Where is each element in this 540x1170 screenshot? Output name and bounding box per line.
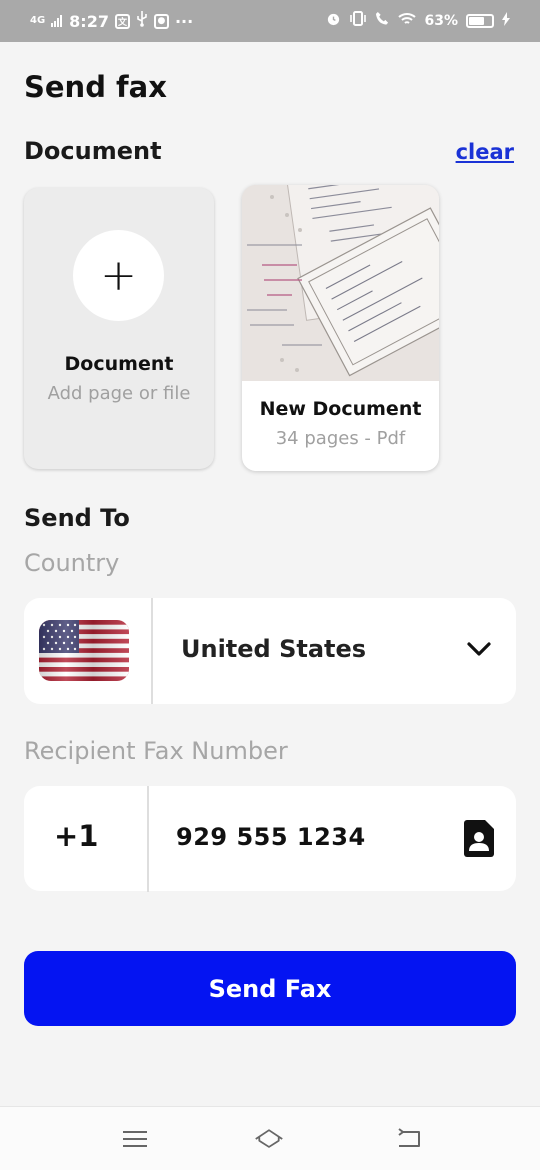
send-fax-button[interactable]: Send Fax [24, 951, 516, 1026]
fax-number-field: +1 929 555 1234 [24, 786, 516, 892]
page-title: Send fax [24, 70, 167, 104]
document-title: New Document [259, 398, 422, 420]
contact-icon[interactable] [464, 820, 494, 857]
wifi-icon [398, 12, 417, 30]
add-document-card[interactable]: + Document Add page or file [24, 188, 214, 469]
battery-icon [466, 13, 494, 28]
fax-number-label: Recipient Fax Number [24, 737, 288, 765]
notification-icon: 文 [114, 13, 130, 29]
back-icon[interactable] [395, 1125, 425, 1153]
home-icon[interactable] [254, 1125, 284, 1153]
send-to-label: Send To [24, 504, 130, 532]
network-type: 4G [30, 15, 46, 26]
country-selector[interactable]: United States [24, 598, 516, 704]
navigation-bar [0, 1106, 540, 1170]
menu-icon[interactable] [120, 1125, 150, 1153]
us-flag-icon [39, 620, 129, 681]
chevron-down-icon[interactable] [466, 636, 492, 662]
call-icon [375, 11, 390, 30]
document-section-label: Document [24, 137, 162, 165]
usb-icon [136, 11, 148, 31]
document-meta: 34 pages - Pdf [275, 428, 406, 449]
vibrate-icon [349, 11, 367, 30]
mic-icon: ● [153, 13, 169, 29]
add-card-subtitle: Add page or file [47, 383, 191, 404]
country-name: United States [181, 635, 367, 663]
document-thumbnail [242, 185, 439, 381]
document-card[interactable]: New Document 34 pages - Pdf [242, 185, 439, 471]
country-code[interactable]: +1 [54, 819, 98, 853]
charging-icon [502, 11, 510, 30]
status-bar: 4G 8:27 文 ● ··· 63% [0, 0, 540, 42]
battery-percent: 63% [424, 12, 458, 29]
add-card-title: Document [64, 353, 174, 375]
status-time: 8:27 [69, 11, 109, 31]
plus-icon[interactable]: + [73, 230, 164, 321]
alarm-icon [326, 11, 341, 30]
country-divider [151, 598, 153, 704]
clear-link[interactable]: clear [456, 140, 514, 164]
more-dots: ··· [174, 11, 194, 31]
fax-number-input[interactable]: 929 555 1234 [176, 823, 366, 851]
country-label: Country [24, 549, 120, 577]
fax-divider [147, 786, 149, 892]
signal-icon [51, 12, 63, 31]
